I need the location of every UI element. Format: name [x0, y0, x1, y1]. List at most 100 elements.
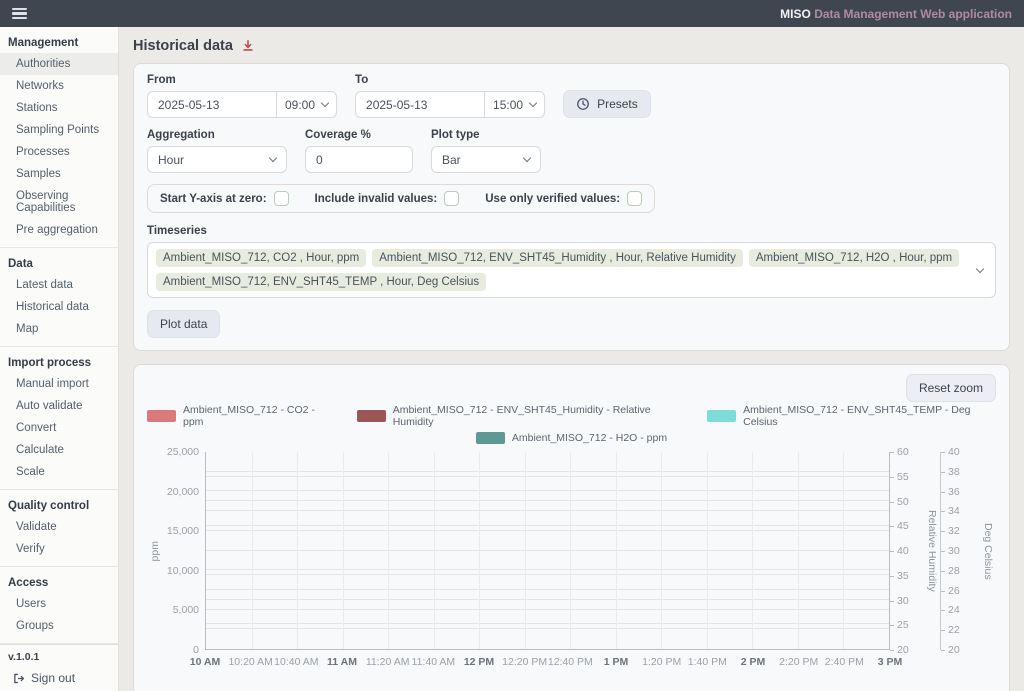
plot-data-button[interactable]: Plot data: [147, 310, 220, 338]
x-axis-tick-label: 10 AM: [190, 656, 221, 668]
legend-row: Ambient_MISO_712 - CO2 - ppm Ambient_MISO…: [147, 404, 996, 428]
aggregation-label: Aggregation: [147, 129, 287, 141]
timeseries-tag[interactable]: Ambient_MISO_712, H2O , Hour, ppm: [749, 249, 959, 267]
app-name: Data Management Web application: [814, 7, 1012, 21]
axis-tick-label: 24: [948, 604, 960, 616]
sidebar-item-auto-validate[interactable]: Auto validate: [0, 395, 118, 417]
from-date-input[interactable]: 2025-05-13: [148, 92, 276, 117]
from-time-select[interactable]: 09:00: [276, 92, 336, 117]
sidebar-item-sampling-points[interactable]: Sampling Points: [0, 119, 118, 141]
sidebar-item-observing-capabilities[interactable]: Observing Capabilities: [0, 185, 118, 219]
chevron-down-icon: [321, 99, 329, 107]
sidebar-item-verify[interactable]: Verify: [0, 538, 118, 560]
x-axis-tick-label: 1:20 PM: [642, 656, 681, 668]
checkbox-option-include-invalid-values: Include invalid values:: [315, 191, 460, 206]
sidebar-item-networks[interactable]: Networks: [0, 75, 118, 97]
gridline-vertical: [843, 452, 844, 649]
gridline-horizontal: [206, 510, 889, 511]
coverage-input[interactable]: [305, 146, 413, 173]
coverage-field: Coverage %: [305, 129, 413, 173]
gridline-vertical: [616, 452, 617, 649]
chevron-down-icon: [523, 154, 531, 162]
timeseries-tag[interactable]: Ambient_MISO_712, ENV_SHT45_Humidity , H…: [372, 249, 743, 267]
legend-item-ambient-miso-712-env-sht45-humidity-relative-humidity[interactable]: Ambient_MISO_712 - ENV_SHT45_Humidity - …: [357, 404, 681, 428]
sidebar-item-latest-data[interactable]: Latest data: [0, 274, 118, 296]
chart-legend: Ambient_MISO_712 - CO2 - ppm Ambient_MISO…: [147, 404, 996, 444]
legend-label: Ambient_MISO_712 - ENV_SHT45_Humidity - …: [393, 404, 681, 428]
top-bar: MISO Data Management Web application: [0, 0, 1024, 27]
checkbox[interactable]: [444, 191, 459, 206]
sidebar-item-authorities[interactable]: Authorities: [0, 53, 118, 75]
sidebar-sections: ManagementAuthoritiesNetworksStationsSam…: [0, 27, 118, 644]
timeseries-tag[interactable]: Ambient_MISO_712, ENV_SHT45_TEMP , Hour,…: [156, 273, 486, 291]
sidebar-item-scale[interactable]: Scale: [0, 461, 118, 483]
legend-label: Ambient_MISO_712 - CO2 - ppm: [183, 404, 331, 428]
sidebar-section-header: Import process: [0, 351, 118, 373]
legend-item-ambient-miso-712-co2-ppm[interactable]: Ambient_MISO_712 - CO2 - ppm: [147, 404, 331, 428]
axis-tick-label: 10,000: [167, 565, 199, 577]
chart-card: Reset zoom Ambient_MISO_712 - CO2 - ppmA…: [133, 364, 1010, 691]
axis-tick-label: 50: [897, 496, 909, 508]
gridline-vertical: [752, 452, 753, 649]
sidebar-item-samples[interactable]: Samples: [0, 163, 118, 185]
sidebar-item-manual-import[interactable]: Manual import: [0, 373, 118, 395]
axis-tick-label: 36: [948, 486, 960, 498]
x-axis-tick-label: 3 PM: [878, 656, 903, 668]
checkbox[interactable]: [627, 191, 642, 206]
legend-swatch: [357, 410, 386, 422]
sidebar-item-pre-aggregation[interactable]: Pre aggregation: [0, 219, 118, 241]
sign-out-button[interactable]: Sign out: [8, 671, 110, 685]
sidebar-item-groups[interactable]: Groups: [0, 615, 118, 637]
to-field: To 2025-05-13 15:00: [355, 74, 545, 118]
to-date-input[interactable]: 2025-05-13: [356, 92, 484, 117]
x-axis-tick-label: 10:20 AM: [228, 656, 272, 668]
timeseries-tag[interactable]: Ambient_MISO_712, CO2 , Hour, ppm: [156, 249, 366, 267]
gridline-vertical: [434, 452, 435, 649]
gridline-vertical: [297, 452, 298, 649]
gridline-vertical: [570, 452, 571, 649]
sidebar-item-map[interactable]: Map: [0, 318, 118, 340]
timeseries-multiselect[interactable]: Ambient_MISO_712, CO2 , Hour, ppm Ambient…: [147, 242, 996, 298]
chart-area: ppm 05,00010,00015,00020,00025,000 10 AM…: [147, 452, 996, 691]
x-axis-tick-label: 12 PM: [464, 656, 494, 668]
sidebar-item-historical-data[interactable]: Historical data: [0, 296, 118, 318]
legend-item-ambient-miso-712-h2o-ppm[interactable]: Ambient_MISO_712 - H2O - ppm: [476, 432, 667, 444]
legend-item-ambient-miso-712-env-sht45-temp-deg-celsius[interactable]: Ambient_MISO_712 - ENV_SHT45_TEMP - Deg …: [707, 404, 996, 428]
axis-tick-label: 32: [948, 525, 960, 537]
checkbox-label: Use only verified values:: [485, 193, 620, 205]
axis-tick-label: 40: [897, 545, 909, 557]
aggregation-select[interactable]: Hour: [147, 146, 287, 173]
gridline-horizontal: [206, 609, 889, 610]
axis-tick-label: 38: [948, 466, 960, 478]
hamburger-menu-icon[interactable]: [12, 8, 27, 20]
gridline-horizontal: [206, 490, 889, 491]
options-checkbox-bar: Start Y-axis at zero:Include invalid val…: [147, 184, 655, 213]
gridline-vertical: [479, 452, 480, 649]
sidebar-item-validate[interactable]: Validate: [0, 516, 118, 538]
x-axis-tick-label: 10:40 AM: [274, 656, 318, 668]
download-icon[interactable]: [241, 39, 255, 53]
reset-zoom-button[interactable]: Reset zoom: [906, 374, 996, 402]
presets-button[interactable]: Presets: [563, 90, 651, 118]
checkbox-label: Include invalid values:: [315, 193, 438, 205]
axis-tick-label: 0: [193, 644, 199, 656]
to-time-select[interactable]: 15:00: [484, 92, 544, 117]
sidebar-item-stations[interactable]: Stations: [0, 97, 118, 119]
sidebar-item-convert[interactable]: Convert: [0, 417, 118, 439]
gridline-horizontal: [206, 589, 889, 590]
sidebar-item-calculate[interactable]: Calculate: [0, 439, 118, 461]
checkbox[interactable]: [274, 191, 289, 206]
plot-type-select[interactable]: Bar: [431, 146, 541, 173]
x-axis-tick-label: 2:20 PM: [779, 656, 818, 668]
sidebar-item-users[interactable]: Users: [0, 593, 118, 615]
gridline-vertical: [661, 452, 662, 649]
legend-label: Ambient_MISO_712 - H2O - ppm: [512, 432, 667, 444]
x-axis-labels: 10 AM10:20 AM10:40 AM11 AM11:20 AM11:40 …: [205, 650, 890, 670]
x-axis-tick-label: 11 AM: [327, 656, 357, 668]
plot-region[interactable]: [205, 452, 890, 650]
sidebar-section-header: Quality control: [0, 494, 118, 516]
y-axis-title-ppm: ppm: [147, 452, 163, 650]
sidebar-section-quality-control: Quality controlValidateVerify: [0, 490, 118, 567]
sidebar-item-processes[interactable]: Processes: [0, 141, 118, 163]
gridline-horizontal: [206, 530, 889, 531]
